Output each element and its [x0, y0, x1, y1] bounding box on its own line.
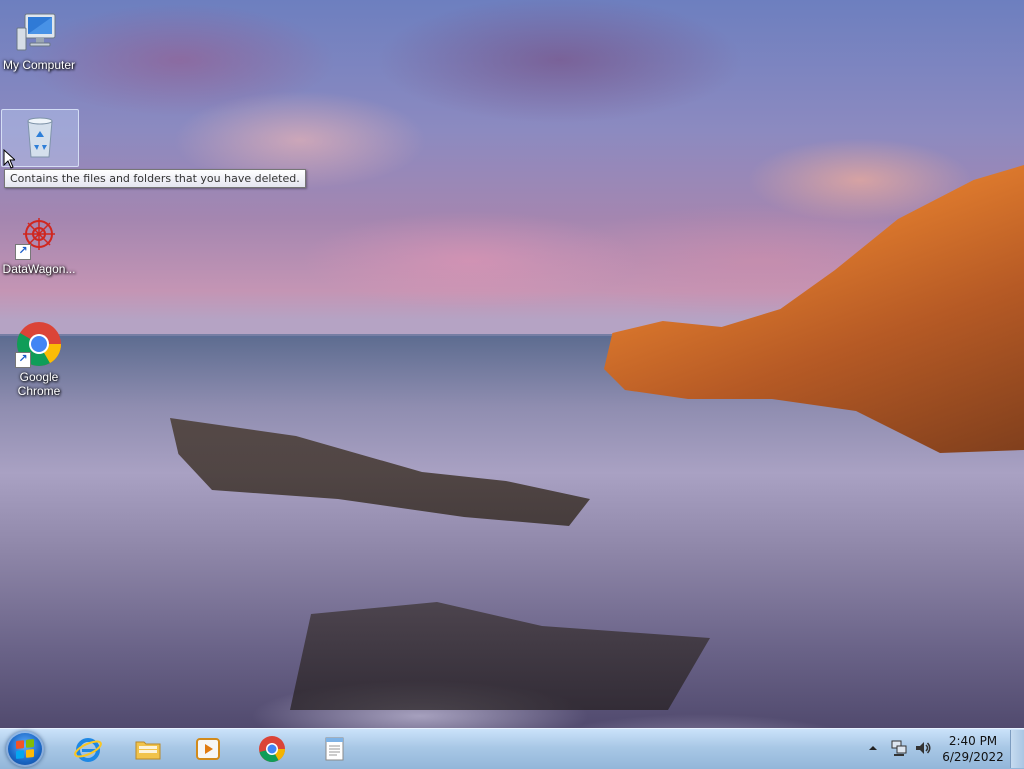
datawagon-icon: ↗	[15, 212, 63, 260]
taskbar-google-chrome[interactable]	[246, 731, 298, 767]
start-button[interactable]	[6, 731, 44, 767]
show-hidden-icons-arrow[interactable]	[868, 743, 878, 753]
recycle-bin-tooltip: Contains the files and folders that you …	[4, 169, 306, 188]
internet-explorer-icon	[74, 738, 102, 762]
volume-icon[interactable]	[914, 739, 932, 757]
windows-start-icon	[16, 739, 34, 759]
taskbar-clock[interactable]: 2:40 PM 6/29/2022	[938, 733, 1008, 765]
taskbar-internet-explorer[interactable]	[62, 731, 114, 767]
media-player-icon	[196, 738, 220, 760]
notepad-icon	[325, 737, 344, 761]
folder-icon	[135, 741, 161, 760]
show-desktop-button[interactable]	[1010, 730, 1024, 768]
desktop-icon-label: Google Chrome	[17, 370, 61, 398]
computer-icon	[15, 8, 63, 56]
desktop-icon-label: My Computer	[2, 58, 76, 72]
taskbar: 2:40 PM 6/29/2022	[0, 728, 1024, 769]
desktop-icon-my-computer[interactable]: My Computer	[1, 8, 77, 72]
desktop-wallpaper	[0, 0, 1024, 728]
taskbar-windows-explorer[interactable]	[122, 731, 174, 767]
desktop-icon-label: DataWagon...	[2, 262, 76, 276]
chrome-icon	[259, 736, 286, 762]
clock-time: 2:40 PM	[948, 734, 998, 748]
chrome-icon: ↗	[15, 320, 63, 368]
recycle-bin-icon	[16, 113, 64, 161]
shortcut-arrow-icon: ↗	[15, 244, 31, 260]
desktop-icon-google-chrome[interactable]: ↗ Google Chrome	[1, 320, 77, 398]
desktop-icon-datawagon[interactable]: ↗ DataWagon...	[1, 212, 77, 276]
taskbar-media-player[interactable]	[182, 731, 234, 767]
mouse-cursor-icon	[3, 149, 15, 169]
taskbar-notepad[interactable]	[308, 731, 360, 767]
clock-date: 6/29/2022	[942, 750, 1004, 764]
shortcut-arrow-icon: ↗	[15, 352, 31, 368]
network-icon[interactable]	[890, 739, 908, 757]
